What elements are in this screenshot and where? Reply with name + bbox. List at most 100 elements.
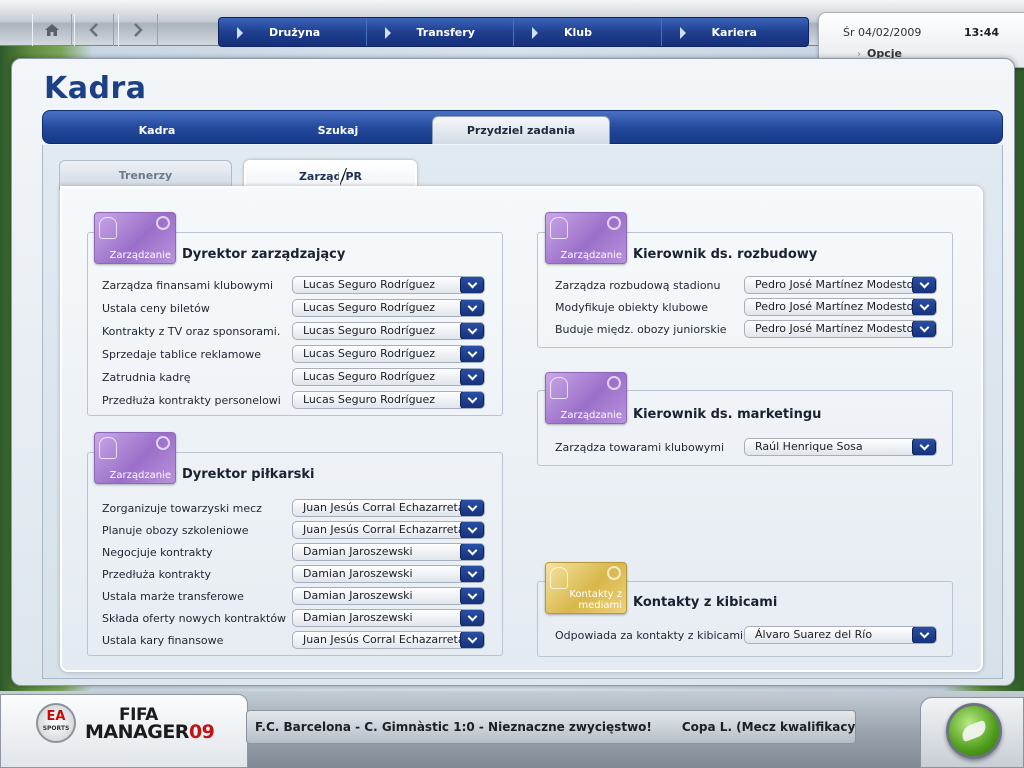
nav-transfery[interactable]: Transfery <box>365 18 514 46</box>
current-time: 13:44 <box>964 26 1000 39</box>
page-title: Kadra <box>44 71 147 106</box>
chevron-down-icon[interactable] <box>912 439 936 455</box>
assignee-dropdown[interactable]: Pedro José Martínez Modesto <box>744 320 937 338</box>
ring-icon <box>607 216 621 230</box>
chevron-down-icon[interactable] <box>460 392 484 408</box>
ring-icon <box>156 216 170 230</box>
assignee-dropdown[interactable]: Raúl Henrique Sosa <box>744 438 937 456</box>
assignee-dropdown[interactable]: Damian Jaroszewski <box>292 587 485 605</box>
dropdown-value: Raúl Henrique Sosa <box>755 440 863 453</box>
nav-label: Drużyna <box>269 25 321 39</box>
group-title: Kontakty z kibicami <box>633 595 778 610</box>
ea-sports-text: SPORTS <box>42 725 70 732</box>
chevron-down-icon[interactable] <box>460 522 484 538</box>
task-label: Ustala kary finansowe <box>102 634 224 647</box>
group-title: Kierownik ds. rozbudowy <box>633 247 818 262</box>
ticker-item: Copa L. (Mecz kwalifikacyj <box>681 720 856 734</box>
tab-kadra[interactable]: Kadra <box>68 116 246 144</box>
tab-przydziel-zadania[interactable]: Przydziel zadania <box>432 116 610 144</box>
chevron-down-icon[interactable] <box>460 566 484 582</box>
dropdown-value: Pedro José Martínez Modesto <box>755 300 914 313</box>
ea-sports-logo: EA SPORTS <box>36 703 76 743</box>
continue-button[interactable] <box>946 703 1002 759</box>
task-label: Zatrudnia kadrę <box>102 371 191 384</box>
chevron-down-icon[interactable] <box>460 346 484 362</box>
task-label: Ustala ceny biletów <box>102 302 210 315</box>
dropdown-value: Pedro José Martínez Modesto <box>755 322 914 335</box>
chevron-down-icon[interactable] <box>460 610 484 626</box>
assignee-dropdown[interactable]: Lucas Seguro Rodríguez <box>292 276 485 294</box>
assignee-dropdown[interactable]: Lucas Seguro Rodríguez <box>292 345 485 363</box>
assignee-dropdown[interactable]: Pedro José Martínez Modesto <box>744 298 937 316</box>
home-button[interactable] <box>32 14 72 46</box>
news-ticker[interactable]: F.C. Barcelona - C. Gimnàstic 1:0 - Niez… <box>246 710 856 744</box>
dropdown-value: Damian Jaroszewski <box>303 567 413 580</box>
forward-button[interactable] <box>118 14 158 46</box>
task-label: Odpowiada za kontakty z kibicami <box>555 629 744 642</box>
person-icon <box>550 377 568 399</box>
ticker-item: F.C. Barcelona - C. Gimnàstic 1:0 - Niez… <box>255 720 652 734</box>
ring-icon <box>607 376 621 390</box>
dropdown-value: Juan Jesús Corral Echazarreta <box>303 523 465 536</box>
chevron-down-icon[interactable] <box>460 632 484 648</box>
management-icon: Zarządzanie <box>94 432 176 484</box>
assignee-dropdown[interactable]: Lucas Seguro Rodríguez <box>292 322 485 340</box>
assignee-dropdown[interactable]: Pedro José Martínez Modesto <box>744 276 937 294</box>
chevron-down-icon[interactable] <box>460 277 484 293</box>
manager-logo-number: 09 <box>188 721 215 743</box>
group-title: Dyrektor zarządzający <box>182 247 346 262</box>
current-date: Śr 04/02/2009 <box>843 26 922 39</box>
person-icon <box>99 437 117 459</box>
assignee-dropdown[interactable]: Damian Jaroszewski <box>292 609 485 627</box>
home-icon <box>45 24 59 36</box>
group-icon-label: Zarządzanie <box>560 250 622 261</box>
assignee-dropdown[interactable]: Juan Jesús Corral Echazarreta <box>292 631 485 649</box>
nav-klub[interactable]: Klub <box>513 18 661 46</box>
assignee-dropdown[interactable]: Juan Jesús Corral Echazarreta <box>292 521 485 539</box>
assignee-dropdown[interactable]: Juan Jesús Corral Echazarreta <box>292 499 485 517</box>
chevron-down-icon[interactable] <box>912 299 936 315</box>
nav-label: Klub <box>564 25 592 39</box>
assignee-dropdown[interactable]: Lucas Seguro Rodríguez <box>292 299 485 317</box>
task-label: Zarządza rozbudową stadionu <box>555 279 721 292</box>
chevron-down-icon[interactable] <box>460 323 484 339</box>
ea-logo-text: EA <box>46 709 66 724</box>
chevron-down-icon[interactable] <box>460 544 484 560</box>
group-icon-label: Zarządzanie <box>109 470 171 481</box>
tab-szukaj[interactable]: Szukaj <box>249 116 427 144</box>
dropdown-value: Lucas Seguro Rodríguez <box>303 301 436 314</box>
chevron-down-icon[interactable] <box>912 321 936 337</box>
media-contact-icon: Kontakty z mediami <box>545 562 627 614</box>
group-icon-label: Zarządzanie <box>109 250 171 261</box>
person-icon <box>99 217 117 239</box>
ring-icon <box>607 566 621 580</box>
manager-logo-text: MANAGER <box>85 721 189 743</box>
chevron-down-icon[interactable] <box>460 369 484 385</box>
task-label: Planuje obozy szkoleniowe <box>102 524 249 537</box>
back-button[interactable] <box>74 14 114 46</box>
nav-druzyna[interactable]: Drużyna <box>219 18 366 46</box>
task-label: Buduje międz. obozy juniorskie <box>555 323 727 336</box>
dropdown-value: Damian Jaroszewski <box>303 611 413 624</box>
task-label: Przedłuża kontrakty <box>102 568 212 581</box>
chevron-down-icon[interactable] <box>912 627 936 643</box>
continue-icon <box>959 719 989 743</box>
chevron-down-icon[interactable] <box>460 300 484 316</box>
arrow-right-icon <box>532 27 538 39</box>
group-icon-label: Kontakty z mediami <box>569 589 622 611</box>
task-label: Negocjuje kontrakty <box>102 546 213 559</box>
dropdown-value: Damian Jaroszewski <box>303 545 413 558</box>
chevron-down-icon[interactable] <box>460 500 484 516</box>
chevron-down-icon[interactable] <box>912 277 936 293</box>
nav-kariera[interactable]: Kariera <box>660 18 809 46</box>
task-label: Zarządza finansami klubowymi <box>102 279 274 292</box>
assignee-dropdown[interactable]: Damian Jaroszewski <box>292 543 485 561</box>
group-title: Dyrektor piłkarski <box>182 467 315 482</box>
assignee-dropdown[interactable]: Álvaro Suarez del Río <box>744 626 937 644</box>
assignee-dropdown[interactable]: Lucas Seguro Rodríguez <box>292 391 485 409</box>
assignee-dropdown[interactable]: Lucas Seguro Rodríguez <box>292 368 485 386</box>
assignee-dropdown[interactable]: Damian Jaroszewski <box>292 565 485 583</box>
management-icon: Zarządzanie <box>545 372 627 424</box>
dropdown-value: Juan Jesús Corral Echazarreta <box>303 501 465 514</box>
chevron-down-icon[interactable] <box>460 588 484 604</box>
